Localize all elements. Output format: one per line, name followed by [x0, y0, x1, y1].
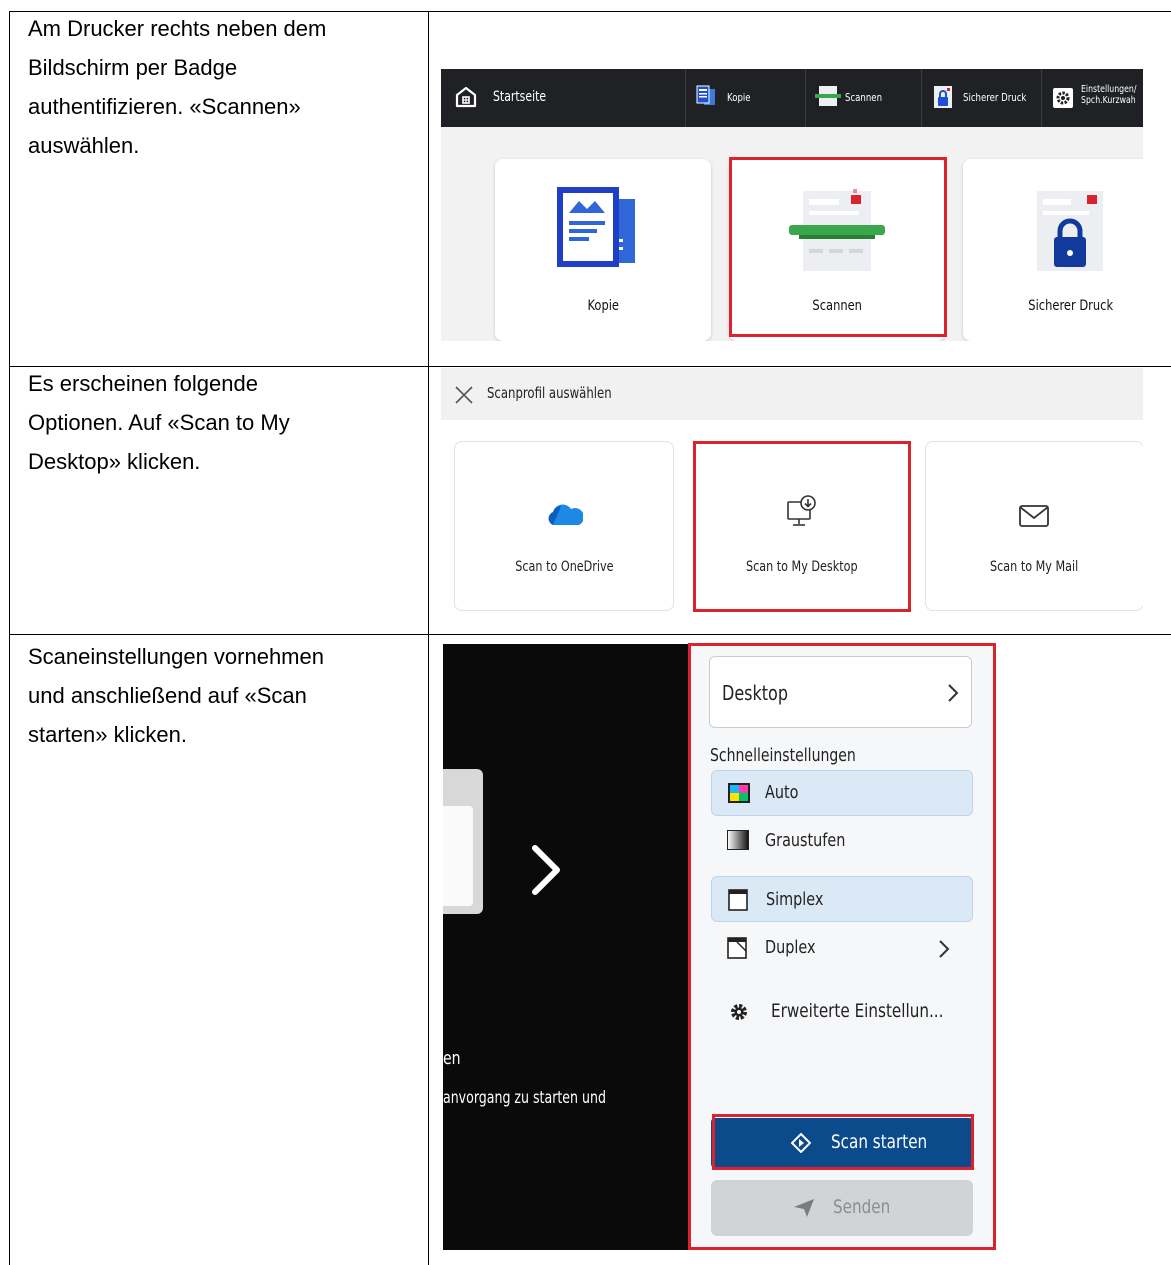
topbar-separator: [921, 69, 922, 127]
printer-top-bar: Startseite Kopie Scannen Sicherer Druck: [441, 69, 1143, 127]
column-divider: [428, 11, 429, 1265]
secure-print-icon: [933, 85, 953, 109]
topbar-separator: [1041, 69, 1042, 127]
home-icon[interactable]: [455, 86, 477, 108]
card-onedrive-label: Scan to OneDrive: [514, 559, 614, 575]
tile-secure-print-label: Sicherer Druck: [1028, 298, 1114, 314]
highlight-desktop-card: [693, 441, 911, 612]
close-icon[interactable]: [453, 384, 475, 406]
scan-profile-header: Scanprofil auswählen: [441, 368, 1143, 420]
instruction-step-3: Scaneinstellungen vornehmen und anschlie…: [28, 644, 324, 747]
tile-copy-label: Kopie: [587, 298, 619, 314]
left-pane-text-1: en: [443, 1048, 461, 1069]
document-preview-page: [443, 806, 473, 906]
mail-icon: [1018, 504, 1050, 528]
card-scan-to-onedrive[interactable]: Scan to OneDrive: [454, 441, 674, 611]
topbar-separator: [805, 69, 806, 127]
copy-large-icon: [555, 187, 651, 275]
instruction-step-2: Es erscheinen folgende Optionen. Auf «Sc…: [28, 371, 290, 474]
topbar-copy-label[interactable]: Kopie: [727, 91, 757, 104]
scan-icon: [815, 85, 841, 107]
tile-secure-print[interactable]: Sicherer Druck: [963, 159, 1143, 341]
topbar-home-label[interactable]: Startseite: [493, 88, 561, 105]
secure-print-large-icon: [1033, 187, 1113, 275]
cloud-icon: [545, 504, 584, 526]
dark-preview-pane: en anvorgang zu starten und: [443, 644, 691, 1250]
highlight-scan-tile: [729, 157, 947, 337]
topbar-scan-label[interactable]: Scannen: [845, 91, 892, 104]
left-pane-text-2: anvorgang zu starten und: [443, 1088, 606, 1108]
row-divider-2: [9, 634, 1171, 635]
table-border-left: [9, 11, 10, 1265]
chevron-right-icon[interactable]: [529, 844, 563, 896]
instruction-step-1: Am Drucker rechts neben dem Bildschirm p…: [28, 16, 327, 158]
card-mail-label: Scan to My Mail: [990, 559, 1079, 575]
topbar-settings-label[interactable]: Einstellungen/ Spch.Kurzwah: [1081, 84, 1143, 106]
tile-copy[interactable]: Kopie: [495, 159, 711, 341]
copy-icon: [695, 85, 717, 107]
highlight-scan-start: [712, 1114, 974, 1170]
card-scan-to-my-mail[interactable]: Scan to My Mail: [925, 441, 1143, 611]
scan-profile-title: Scanprofil auswählen: [487, 384, 612, 402]
settings-icon: [1053, 88, 1073, 108]
topbar-secure-print-label[interactable]: Sicherer Druck: [963, 91, 1044, 104]
topbar-separator: [685, 69, 686, 127]
